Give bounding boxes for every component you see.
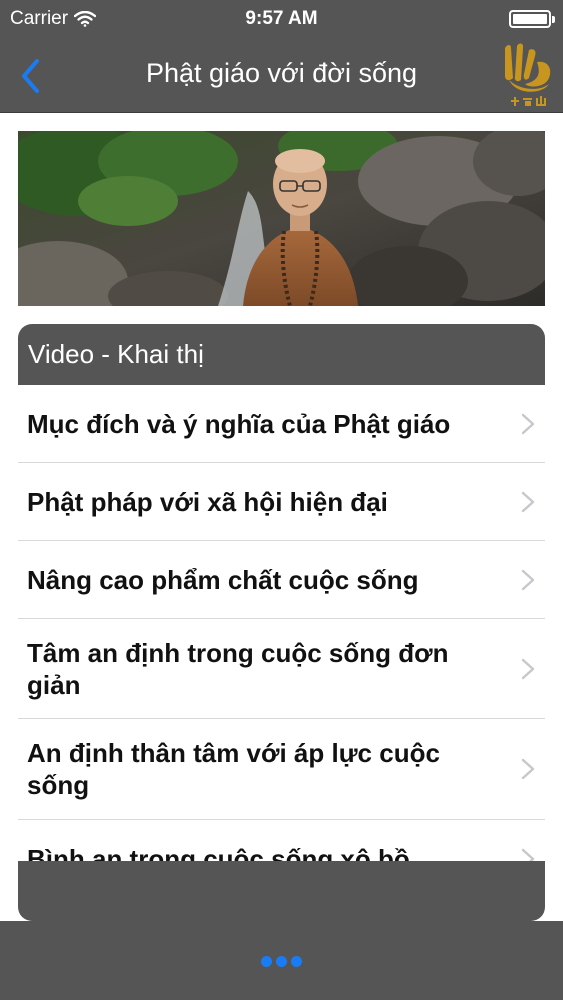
list-item-label: Tâm an định trong cuộc sống đơn giản <box>27 637 449 700</box>
status-bar: Carrier 9:57 AM <box>0 0 563 40</box>
list-item[interactable]: Phật pháp với xã hội hiện đại <box>18 463 545 541</box>
list-item-label: Bình an trong cuộc sống xô bồ <box>27 843 410 862</box>
list-footer <box>18 861 545 921</box>
more-button[interactable] <box>251 949 311 973</box>
battery-icon <box>509 10 555 28</box>
list-item[interactable]: Tâm an định trong cuộc sống đơn giản <box>18 619 545 719</box>
chevron-right-icon <box>521 758 535 780</box>
chevron-right-icon <box>521 658 535 679</box>
more-dot-icon <box>275 955 287 967</box>
list-item-label: Phật pháp với xã hội hiện đại <box>27 486 388 517</box>
list-item[interactable]: Mục đích và ý nghĩa của Phật giáo <box>18 385 545 463</box>
list-item[interactable]: Nâng cao phẩm chất cuộc sống <box>18 541 545 619</box>
chevron-left-icon <box>22 59 39 93</box>
list-item-label: Nâng cao phẩm chất cuộc sống <box>27 564 419 595</box>
hero-photo <box>18 131 545 306</box>
list-item-label: Mục đích và ý nghĩa của Phật giáo <box>27 408 451 439</box>
chevron-right-icon <box>521 491 535 512</box>
status-time: 9:57 AM <box>245 8 318 29</box>
navigation-bar: Phật giáo với đời sống <box>0 40 563 113</box>
list-item[interactable]: Bình an trong cuộc sống xô bồ <box>18 820 545 861</box>
section-header: Video - Khai thị <box>18 324 545 385</box>
list-item-label: An định thân tâm với áp lực cuộc sống <box>27 738 440 800</box>
bottom-toolbar <box>0 921 563 1000</box>
list-item[interactable]: An định thân tâm với áp lực cuộc sống <box>18 719 545 820</box>
video-list: Mục đích và ý nghĩa của Phật giáo Phật p… <box>18 385 545 861</box>
page-title: Phật giáo với đời sống <box>145 58 418 88</box>
more-dot-icon <box>290 955 302 967</box>
back-button[interactable] <box>10 54 50 98</box>
chevron-right-icon <box>521 848 535 861</box>
chevron-right-icon <box>521 413 535 434</box>
more-dot-icon <box>260 955 272 967</box>
temple-logo-icon <box>505 43 551 106</box>
chevron-right-icon <box>521 569 535 590</box>
